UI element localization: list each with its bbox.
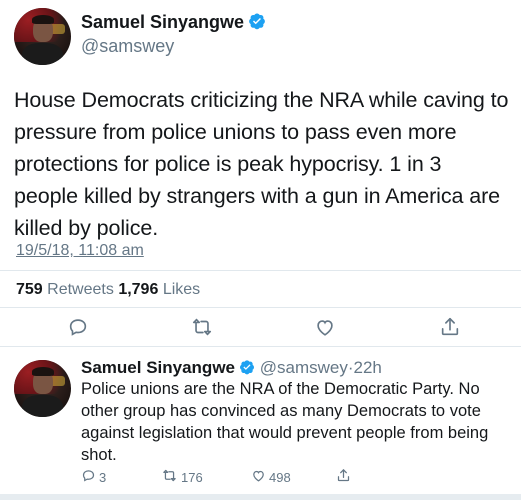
tweet-timestamp[interactable]: 19/5/18, 11:08 am xyxy=(16,242,144,260)
tweet-text: House Democrats criticizing the NRA whil… xyxy=(14,88,509,240)
reply-icon[interactable] xyxy=(67,316,89,338)
avatar[interactable] xyxy=(14,360,71,417)
reply-count: 3 xyxy=(99,469,107,485)
author-name-text[interactable]: Samuel Sinyangwe xyxy=(81,12,244,32)
author-handle[interactable]: @samswey xyxy=(81,36,174,57)
retweets-count[interactable]: 759 xyxy=(16,281,43,298)
bottom-divider xyxy=(0,494,521,500)
divider xyxy=(0,307,521,308)
author-handle[interactable]: @samswey xyxy=(260,358,348,377)
like-icon xyxy=(251,468,266,486)
verified-badge-icon xyxy=(248,12,266,35)
retweets-label[interactable]: Retweets xyxy=(47,281,114,298)
tweet-actions xyxy=(0,316,521,340)
divider xyxy=(0,270,521,271)
likes-count[interactable]: 1,796 xyxy=(118,281,158,298)
author-name[interactable]: Samuel Sinyangwe xyxy=(81,358,235,377)
retweet-button[interactable]: 176 xyxy=(161,468,203,486)
share-icon xyxy=(336,468,351,486)
reply-button[interactable]: 3 xyxy=(81,468,106,486)
like-count: 498 xyxy=(269,469,291,485)
main-tweet: Samuel Sinyangwe @samswey House Democrat… xyxy=(0,0,521,347)
retweet-count: 176 xyxy=(181,469,203,485)
reply-text: Police unions are the NRA of the Democra… xyxy=(81,380,489,464)
reply-header: Samuel Sinyangwe @samswey·22h xyxy=(81,358,382,380)
likes-label[interactable]: Likes xyxy=(163,281,200,298)
like-icon[interactable] xyxy=(314,316,336,338)
tweet-stats: 759 Retweets 1,796 Likes xyxy=(16,281,200,299)
verified-badge-icon xyxy=(239,359,255,380)
reply-icon xyxy=(81,468,96,486)
reply-tweet[interactable]: Samuel Sinyangwe @samswey·22h Police uni… xyxy=(0,348,521,496)
reply-actions: 3 176 498 xyxy=(81,468,381,488)
like-button[interactable]: 498 xyxy=(251,468,291,486)
share-icon[interactable] xyxy=(439,316,461,338)
author-name[interactable]: Samuel Sinyangwe xyxy=(81,12,266,35)
share-button[interactable] xyxy=(336,468,351,486)
divider xyxy=(0,346,521,347)
tweet-age[interactable]: 22h xyxy=(354,358,382,377)
retweet-icon[interactable] xyxy=(191,316,213,338)
avatar[interactable] xyxy=(14,8,71,65)
retweet-icon xyxy=(161,468,178,486)
